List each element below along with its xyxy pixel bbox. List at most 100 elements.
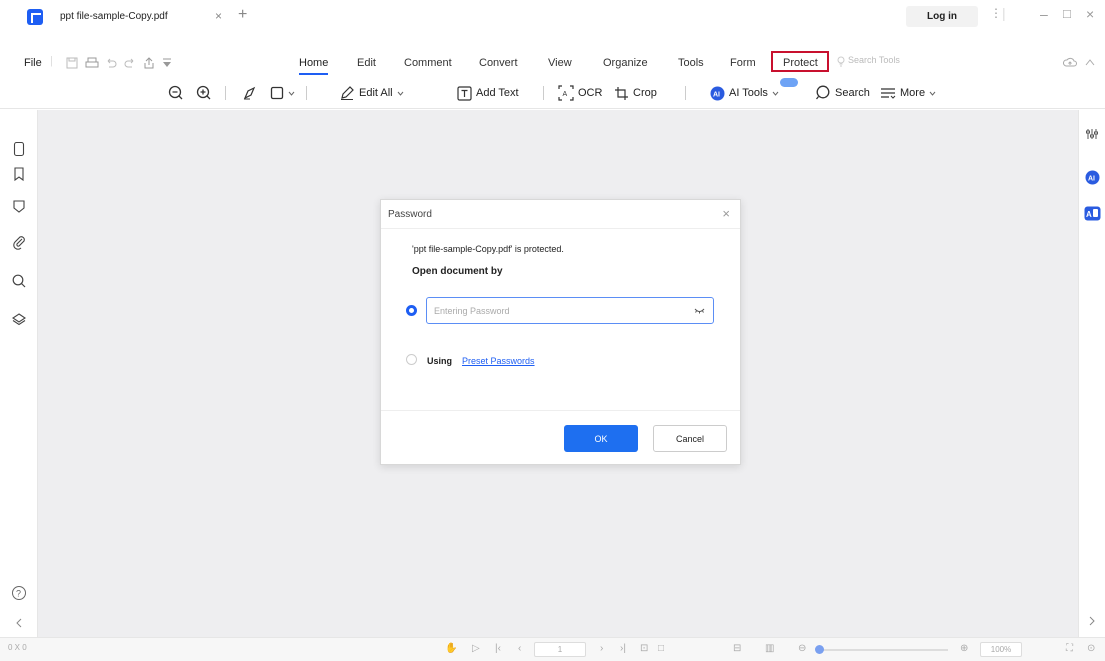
attachment-icon[interactable]	[11, 234, 27, 250]
edit-all-button[interactable]: Edit All	[339, 84, 404, 102]
tab-organize[interactable]: Organize	[603, 57, 648, 69]
more-lines-icon	[881, 88, 896, 99]
help-icon[interactable]: ?	[11, 585, 27, 601]
title-bar: ppt file-sample-Copy.pdf × + Log in ⋮ | …	[0, 0, 1105, 33]
chevron-down-icon	[288, 91, 295, 96]
file-menu[interactable]: File	[24, 57, 42, 69]
fit-page-icon[interactable]: ⊡	[640, 643, 648, 654]
tab-view[interactable]: View	[548, 57, 572, 69]
collapse-left-icon[interactable]	[11, 615, 27, 631]
properties-sliders-icon[interactable]	[1085, 127, 1099, 141]
view-mode-icon[interactable]: ▥	[765, 643, 774, 654]
svg-text:A: A	[563, 91, 568, 98]
next-page-icon[interactable]: ›	[600, 643, 603, 654]
hand-tool-icon[interactable]: ✋	[445, 643, 457, 654]
tab-close-icon[interactable]: ×	[215, 9, 222, 23]
password-radio[interactable]	[406, 305, 417, 316]
undo-icon[interactable]	[104, 56, 118, 70]
close-window-icon[interactable]: ×	[1086, 6, 1094, 22]
chevron-down-icon	[397, 91, 404, 96]
preset-passwords-link[interactable]: Preset Passwords	[462, 356, 535, 366]
using-label: Using	[427, 356, 453, 366]
zoom-in-small-icon[interactable]: ⊕	[960, 643, 968, 654]
ai-tools-button[interactable]: AI AI Tools	[710, 84, 779, 102]
print-icon[interactable]	[85, 56, 99, 70]
tab-comment[interactable]: Comment	[404, 57, 452, 69]
preset-password-radio[interactable]	[406, 354, 417, 365]
cloud-upload-icon[interactable]	[1063, 56, 1077, 68]
ocr-button[interactable]: A OCR	[558, 84, 602, 102]
new-badge-icon	[780, 78, 798, 87]
bookmark-icon[interactable]	[11, 166, 27, 182]
fullscreen-icon[interactable]: ⛶	[1066, 643, 1073, 654]
save-icon[interactable]	[65, 56, 79, 70]
ai-assistant-icon[interactable]: AI	[1085, 170, 1100, 185]
tab-convert[interactable]: Convert	[479, 57, 518, 69]
zoom-out-icon[interactable]	[168, 84, 184, 102]
more-button[interactable]: More	[880, 84, 936, 102]
hide-password-icon[interactable]	[694, 306, 705, 315]
share-icon[interactable]	[142, 56, 156, 70]
ai-tools-label: AI Tools	[729, 87, 768, 99]
toolbar-divider	[225, 86, 226, 100]
page-layout-icon[interactable]: ⊟	[733, 643, 741, 654]
page-number-input[interactable]: 1	[534, 642, 586, 657]
password-dialog: Password × 'ppt file-sample-Copy.pdf' is…	[380, 199, 741, 465]
kebab-menu-icon[interactable]: ⋮	[990, 6, 1002, 20]
zoom-level-input[interactable]: 100%	[980, 642, 1022, 657]
document-tab-title[interactable]: ppt file-sample-Copy.pdf	[60, 11, 168, 22]
crop-icon	[615, 86, 628, 100]
protected-message: 'ppt file-sample-Copy.pdf' is protected.	[412, 244, 564, 254]
zoom-slider-thumb[interactable]	[815, 645, 824, 654]
maximize-icon[interactable]: □	[1063, 6, 1071, 21]
minimize-icon[interactable]: –	[1040, 6, 1048, 22]
customize-toolbar-icon[interactable]	[160, 56, 174, 70]
layers-icon[interactable]	[11, 311, 27, 327]
settings-small-icon[interactable]: ⊙	[1087, 643, 1095, 654]
zoom-slider-track[interactable]	[818, 649, 948, 651]
ocr-icon: A	[558, 85, 574, 101]
last-page-icon[interactable]: ›|	[620, 643, 626, 654]
search-button[interactable]: Search	[815, 84, 870, 102]
tab-form[interactable]: Form	[730, 57, 756, 69]
rectangle-icon	[270, 86, 284, 100]
ok-button[interactable]: OK	[564, 425, 638, 452]
ai-translate-icon[interactable]: A	[1084, 206, 1101, 221]
tab-home[interactable]: Home	[299, 57, 329, 75]
highlighter-icon[interactable]	[242, 84, 258, 102]
login-button[interactable]: Log in	[906, 6, 978, 27]
dialog-title: Password	[388, 209, 432, 220]
zoom-in-icon[interactable]	[196, 84, 212, 102]
first-page-icon[interactable]: |‹	[495, 643, 501, 654]
shape-dropdown-button[interactable]	[270, 84, 295, 102]
chevron-down-icon	[772, 91, 779, 96]
right-sidebar: AI A	[1078, 110, 1105, 637]
search-tools-input[interactable]: Search Tools	[848, 55, 900, 65]
zoom-out-small-icon[interactable]: ⊖	[798, 643, 806, 654]
page-thumbnail-icon[interactable]	[11, 141, 27, 157]
toolbar-divider	[306, 86, 307, 100]
collapse-right-icon[interactable]	[1088, 616, 1096, 626]
more-label: More	[900, 87, 926, 99]
dialog-header-divider	[381, 228, 740, 229]
redo-icon[interactable]	[123, 56, 137, 70]
search-label: Search	[835, 87, 870, 99]
password-input[interactable]	[426, 297, 714, 324]
collapse-ribbon-icon[interactable]	[1085, 58, 1095, 66]
fit-width-icon[interactable]: □	[658, 643, 664, 654]
crop-button[interactable]: Crop	[614, 84, 657, 102]
chevron-down-icon	[929, 91, 936, 96]
svg-text:A: A	[1086, 210, 1092, 219]
ocr-label: OCR	[578, 87, 603, 99]
comment-icon[interactable]	[11, 198, 27, 214]
select-tool-icon[interactable]: ▷	[472, 643, 480, 654]
add-text-button[interactable]: Add Text	[457, 84, 519, 102]
tab-tools[interactable]: Tools	[678, 57, 704, 69]
search-icon[interactable]	[11, 273, 27, 289]
dialog-close-icon[interactable]: ×	[722, 206, 730, 221]
previous-page-icon[interactable]: ‹	[518, 643, 521, 654]
tab-edit[interactable]: Edit	[357, 57, 376, 69]
cancel-button[interactable]: Cancel	[653, 425, 727, 452]
svg-text:?: ?	[16, 589, 21, 599]
new-tab-icon[interactable]: +	[238, 6, 247, 24]
